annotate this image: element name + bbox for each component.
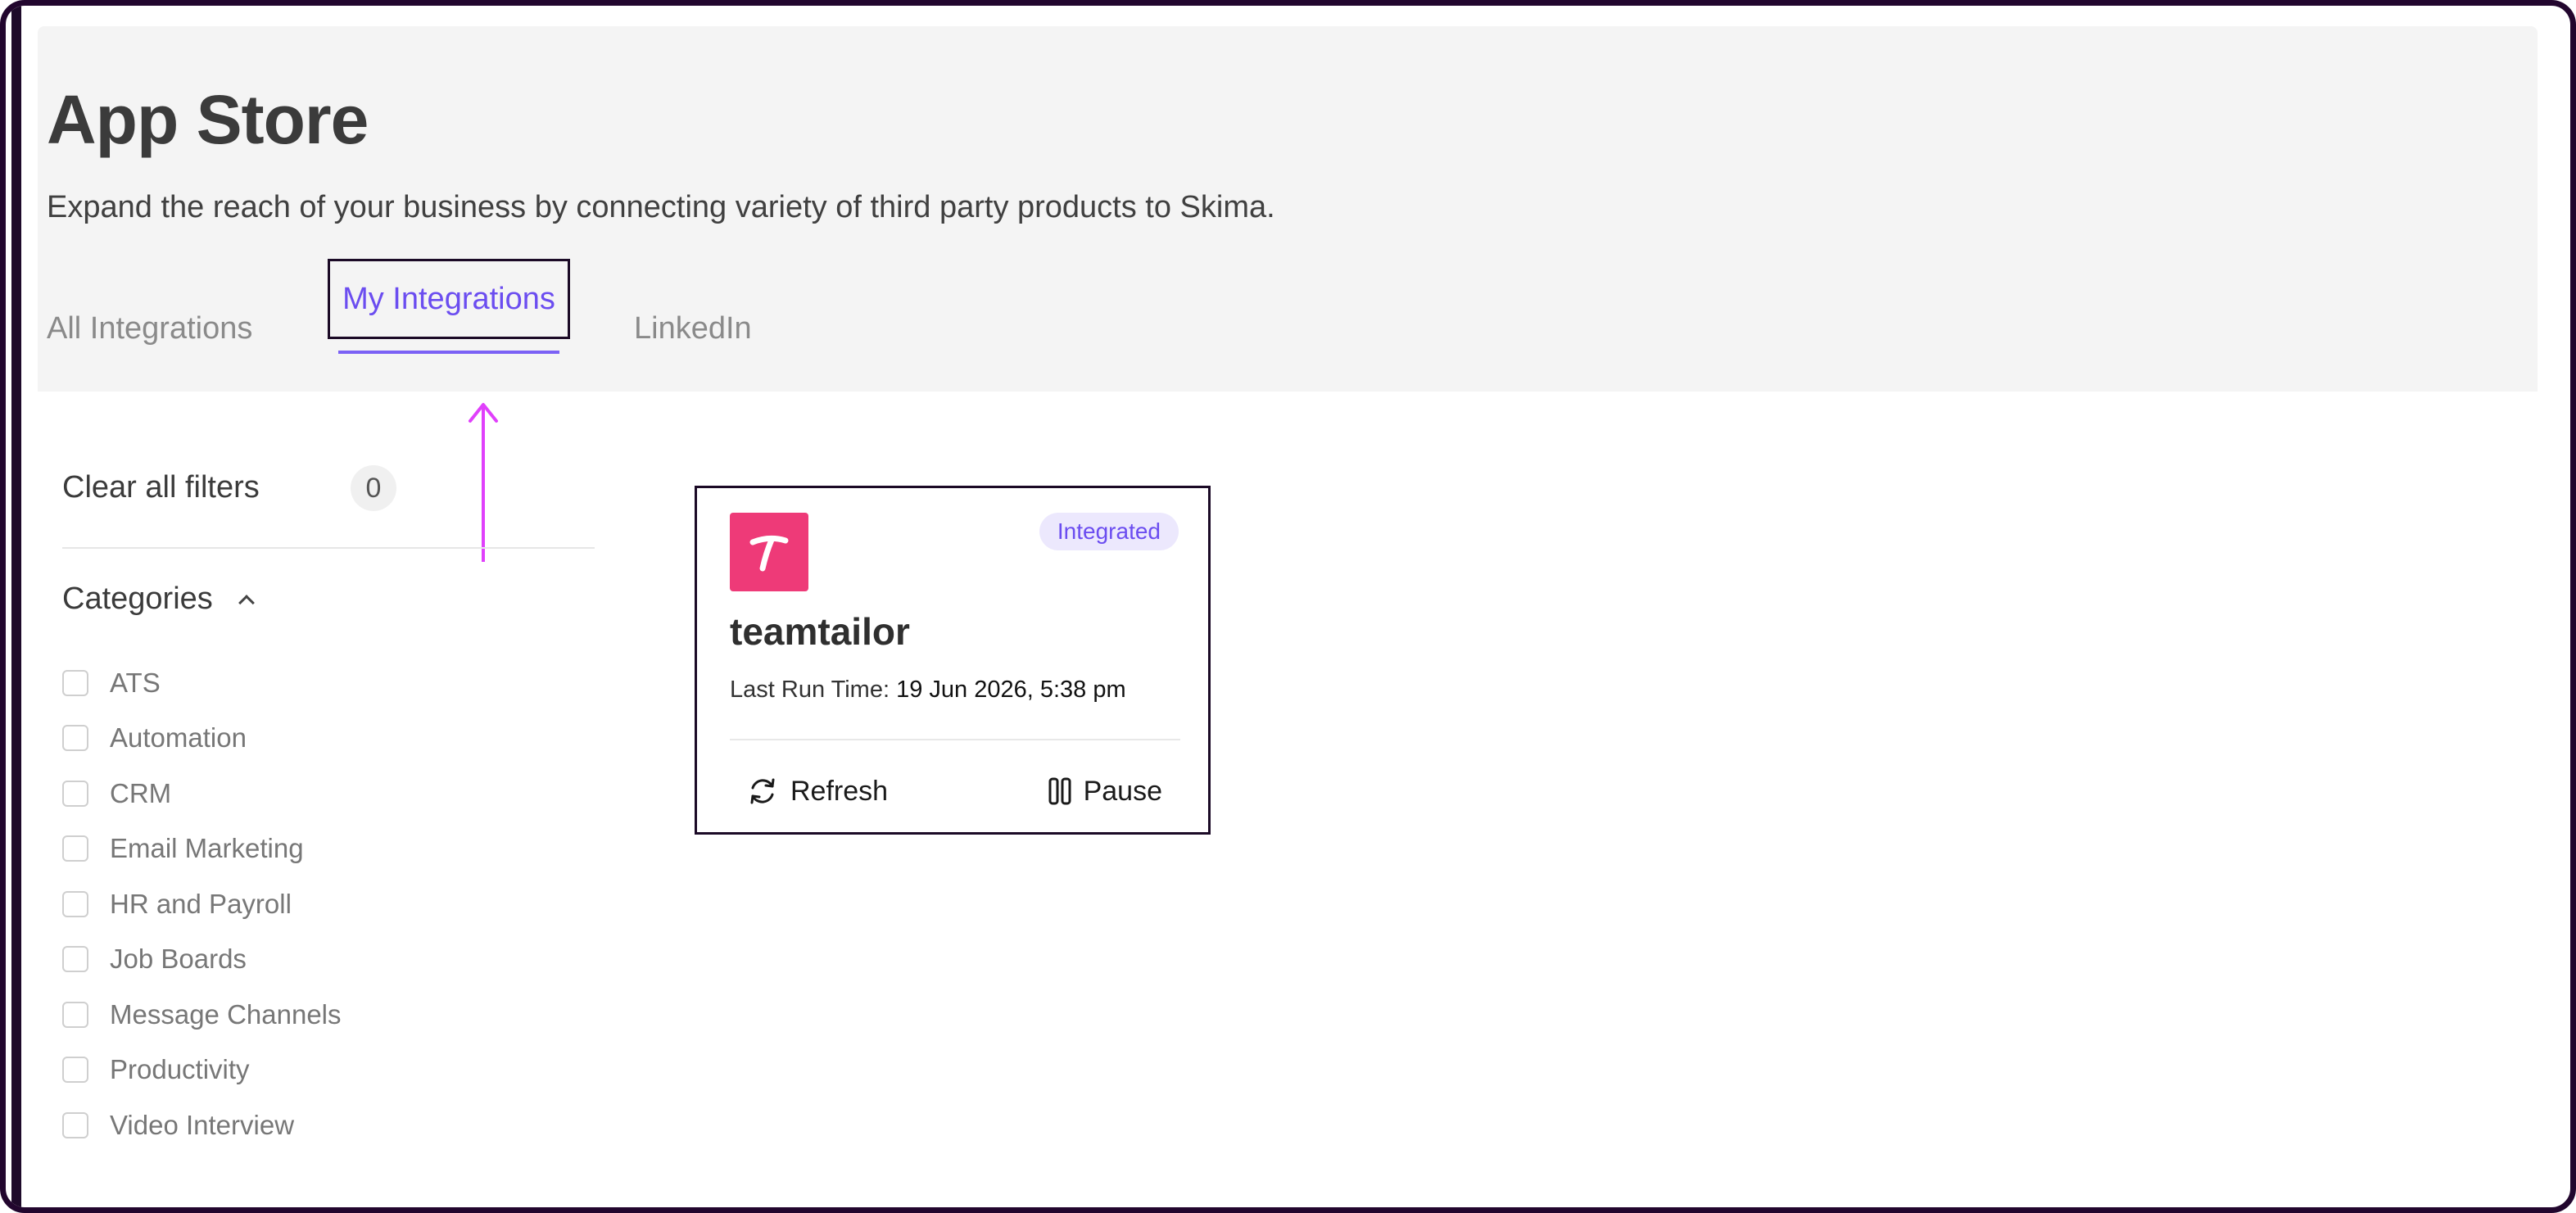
category-item[interactable]: Automation: [62, 711, 342, 767]
tab-all-integrations[interactable]: All Integrations: [47, 313, 252, 344]
category-label: Message Channels: [110, 998, 342, 1030]
card-divider: [730, 739, 1180, 740]
category-item[interactable]: ATS: [62, 655, 342, 711]
categories-toggle[interactable]: Categories: [62, 582, 255, 617]
category-item[interactable]: HR and Payroll: [62, 876, 342, 932]
teamtailor-logo: [730, 513, 808, 591]
active-tab-underline: [338, 351, 559, 354]
category-checkbox[interactable]: [62, 1111, 88, 1138]
category-checkbox[interactable]: [62, 780, 88, 807]
category-list: ATS Automation CRM Email Marketing HR an…: [62, 655, 342, 1153]
refresh-button[interactable]: Refresh: [746, 767, 888, 816]
sidebar-divider: [62, 547, 595, 549]
frame-edge: [11, 6, 21, 1207]
category-item[interactable]: Productivity: [62, 1043, 342, 1098]
clear-filters-button[interactable]: Clear all filters: [62, 459, 260, 516]
last-run-label: Last Run Time:: [730, 677, 890, 703]
category-item[interactable]: CRM: [62, 766, 342, 821]
category-item[interactable]: Message Channels: [62, 987, 342, 1043]
category-checkbox[interactable]: [62, 890, 88, 917]
category-label: Video Interview: [110, 1109, 295, 1140]
pause-icon: [1048, 777, 1071, 805]
page-title: App Store: [47, 81, 369, 158]
filter-count-badge: 0: [351, 465, 396, 511]
categories-label: Categories: [62, 582, 213, 616]
category-checkbox[interactable]: [62, 725, 88, 752]
chevron-up-icon: [238, 594, 255, 611]
last-run-time: Last Run Time: 19 Jun 2026, 5:38 pm: [730, 677, 1126, 704]
category-label: CRM: [110, 777, 172, 808]
category-checkbox[interactable]: [62, 1001, 88, 1028]
pause-label: Pause: [1083, 775, 1162, 807]
teamtailor-logo-icon: [749, 535, 789, 572]
annotation-arrow-icon: [469, 403, 498, 562]
integration-card-teamtailor: Integrated teamtailor Last Run Time: 19 …: [695, 486, 1211, 835]
category-label: Automation: [110, 722, 247, 754]
refresh-icon: [750, 778, 775, 804]
tab-linkedin[interactable]: LinkedIn: [634, 313, 752, 344]
refresh-label: Refresh: [790, 775, 889, 807]
category-label: ATS: [110, 667, 161, 698]
page-subtitle: Expand the reach of your business by con…: [47, 190, 1275, 224]
tab-my-integrations[interactable]: My Integrations: [328, 259, 570, 339]
last-run-value: 19 Jun 2026, 5:38 pm: [896, 677, 1126, 703]
pause-button[interactable]: Pause: [1048, 767, 1162, 816]
category-item[interactable]: Email Marketing: [62, 821, 342, 877]
category-checkbox[interactable]: [62, 946, 88, 973]
category-item[interactable]: Video Interview: [62, 1098, 342, 1153]
integrated-badge: Integrated: [1039, 513, 1179, 550]
integration-name: teamtailor: [730, 610, 910, 653]
category-item[interactable]: Job Boards: [62, 932, 342, 988]
category-checkbox[interactable]: [62, 1057, 88, 1084]
category-checkbox[interactable]: [62, 835, 88, 862]
category-label: Email Marketing: [110, 833, 304, 864]
category-label: Productivity: [110, 1054, 250, 1085]
category-label: Job Boards: [110, 944, 247, 975]
category-checkbox[interactable]: [62, 669, 88, 696]
category-label: HR and Payroll: [110, 888, 292, 919]
